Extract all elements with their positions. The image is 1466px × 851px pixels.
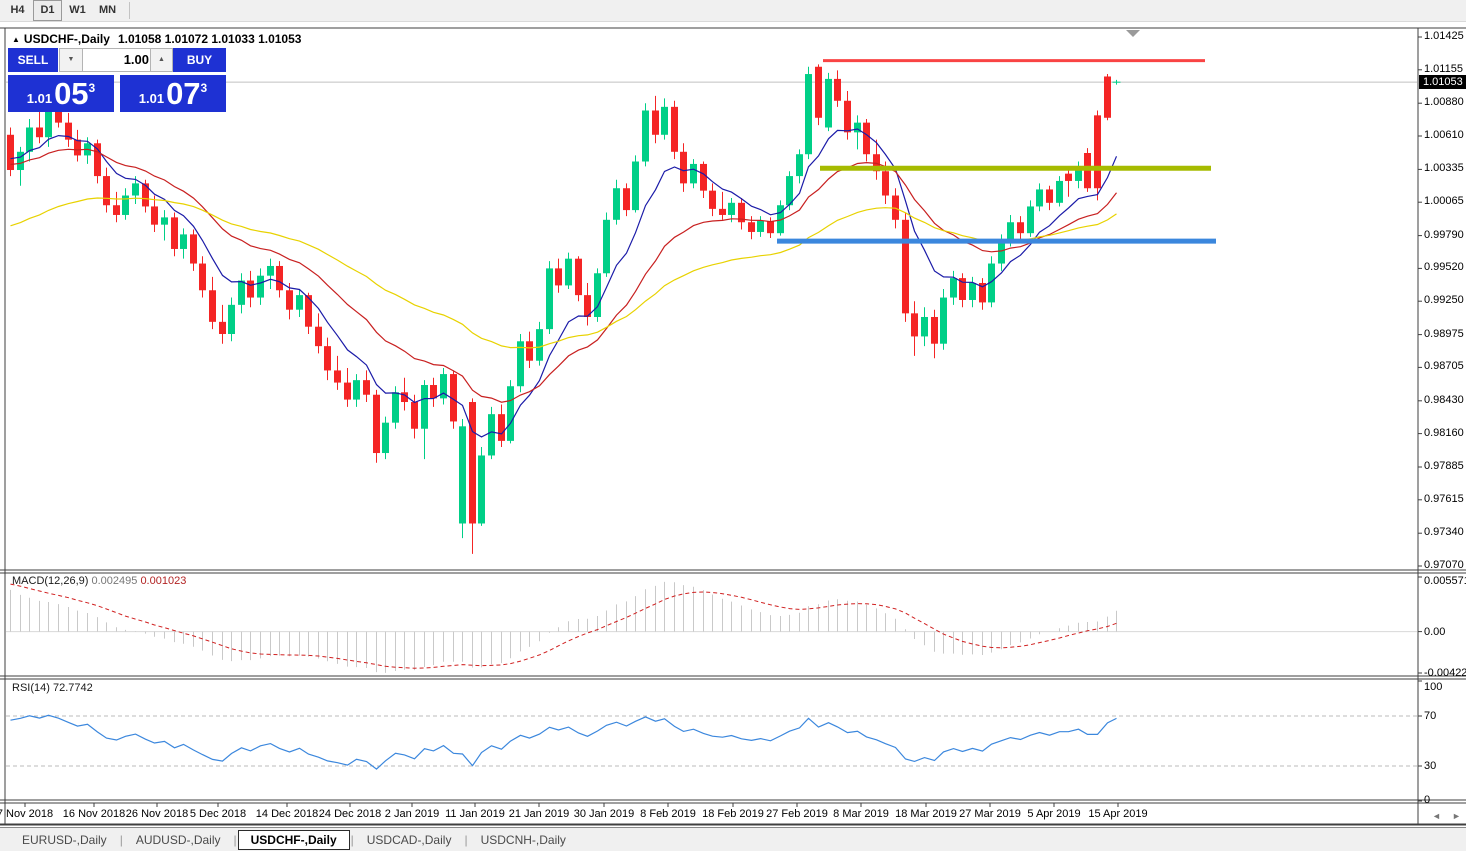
- chart-canvas[interactable]: [0, 0, 1466, 851]
- macd-indicator-label: MACD(12,26,9) 0.002495 0.001023: [12, 575, 186, 587]
- price-axis-tick: 0.97615: [1424, 493, 1464, 505]
- time-axis-label: 15 Apr 2019: [1088, 808, 1147, 820]
- macd-signal-value: 0.001023: [140, 575, 186, 587]
- ask-price-pip: 3: [201, 81, 208, 95]
- rsi-axis-tick: 100: [1424, 681, 1442, 693]
- volume-input[interactable]: 1.00: [82, 48, 156, 72]
- mid-ma: [11, 149, 1117, 402]
- tab-eurusd[interactable]: EURUSD-,Daily: [10, 830, 119, 850]
- tab-usdchf[interactable]: USDCHF-,Daily: [238, 830, 350, 850]
- time-axis-label: 8 Feb 2019: [640, 808, 696, 820]
- ask-price-prefix: 1.01: [139, 91, 164, 106]
- price-axis-tick: 1.01155: [1424, 63, 1463, 75]
- time-axis-label: 5 Apr 2019: [1027, 808, 1080, 820]
- scroll-left-arrow[interactable]: ◄: [1432, 811, 1441, 821]
- tab-usdcad[interactable]: USDCAD-,Daily: [355, 830, 464, 850]
- price-axis-tick: 1.00065: [1424, 195, 1464, 207]
- price-axis-tick: 0.98160: [1424, 427, 1464, 439]
- ohlc-values: 1.01058 1.01072 1.01033 1.01053: [118, 32, 302, 46]
- rsi-line: [11, 715, 1117, 769]
- volume-decrease-button[interactable]: ▼: [59, 48, 83, 72]
- ask-price-big: 07: [166, 80, 200, 109]
- price-axis-tick: 1.01425: [1424, 30, 1464, 42]
- time-axis-label: 8 Mar 2019: [833, 808, 889, 820]
- scroll-right-arrow[interactable]: ►: [1452, 811, 1461, 821]
- time-axis-label: 5 Dec 2018: [190, 808, 246, 820]
- rsi-value: 72.7742: [53, 682, 93, 694]
- price-axis-tick: 1.00880: [1424, 96, 1464, 108]
- price-axis-tick: 0.99250: [1424, 294, 1464, 306]
- price-axis-tick: 0.97340: [1424, 526, 1464, 538]
- buy-button[interactable]: BUY: [173, 48, 226, 72]
- bid-price-big: 05: [54, 80, 88, 109]
- price-axis-tick: 0.97885: [1424, 460, 1464, 472]
- macd-name: MACD(12,26,9): [12, 575, 88, 587]
- price-axis-tick: 0.98430: [1424, 394, 1464, 406]
- rsi-axis-tick: 70: [1424, 710, 1436, 722]
- bid-price-prefix: 1.01: [27, 91, 52, 106]
- time-axis-label: 30 Jan 2019: [574, 808, 635, 820]
- rsi-axis-tick: 30: [1424, 760, 1436, 772]
- time-axis-label: 26 Nov 2018: [126, 808, 188, 820]
- symbol-period-label: USDCHF-,Daily: [24, 32, 110, 46]
- macd-signal-line: [11, 584, 1117, 668]
- time-axis-label: 11 Jan 2019: [445, 808, 505, 820]
- bid-price-box[interactable]: 1.01 05 3: [8, 75, 114, 112]
- price-axis-tick: 0.98975: [1424, 328, 1464, 340]
- macd-axis-tick: 0.005571: [1424, 575, 1466, 587]
- price-axis-tick: 0.98705: [1424, 360, 1464, 372]
- tab-audusd[interactable]: AUDUSD-,Daily: [124, 830, 233, 850]
- tab-usdcnh[interactable]: USDCNH-,Daily: [469, 830, 578, 850]
- chevron-up-icon: ▲: [158, 56, 165, 63]
- time-axis-label: 7 Nov 2018: [0, 808, 53, 820]
- time-axis-label: 2 Jan 2019: [385, 808, 439, 820]
- price-axis-tick: 0.97070: [1424, 559, 1464, 571]
- collapse-panel-icon[interactable]: ▲: [12, 35, 20, 44]
- volume-increase-button[interactable]: ▲: [150, 48, 173, 72]
- macd-axis-tick: 0.00: [1424, 626, 1445, 638]
- time-axis-label: 21 Jan 2019: [509, 808, 570, 820]
- time-axis-label: 14 Dec 2018: [256, 808, 318, 820]
- symbol-tab-bar: EURUSD-,Daily|AUDUSD-,Daily|USDCHF-,Dail…: [0, 827, 1466, 851]
- chart-shift-marker-icon[interactable]: [1126, 30, 1140, 37]
- chevron-down-icon: ▼: [68, 56, 75, 63]
- macd-axis-tick: -0.004224: [1424, 667, 1466, 679]
- trading-app-window: H4D1W1MN ▲USDCHF-,Daily1.01058 1.01072 1…: [0, 0, 1466, 851]
- macd-main-value: 0.002495: [91, 575, 137, 587]
- time-axis-label: 16 Nov 2018: [63, 808, 125, 820]
- price-axis-tick: 1.00610: [1424, 129, 1464, 141]
- bid-price-pip: 3: [89, 81, 96, 95]
- rsi-indicator-label: RSI(14) 72.7742: [12, 682, 93, 694]
- time-axis-label: 18 Mar 2019: [895, 808, 957, 820]
- chart-title: ▲ USDCHF-,Daily 1.01058 1.01072 1.01033 1.…: [12, 32, 301, 46]
- price-axis-tick: 1.00335: [1424, 162, 1464, 174]
- rsi-axis-tick: 0: [1424, 794, 1430, 806]
- time-axis-label: 24 Dec 2018: [319, 808, 381, 820]
- ask-price-box[interactable]: 1.01 07 3: [120, 75, 226, 112]
- time-axis-label: 27 Feb 2019: [766, 808, 828, 820]
- sell-button[interactable]: SELL: [8, 48, 58, 72]
- price-axis-tick: 0.99790: [1424, 229, 1464, 241]
- price-axis-tick: 0.99520: [1424, 261, 1464, 273]
- rsi-name: RSI(14): [12, 682, 50, 694]
- time-axis-label: 18 Feb 2019: [702, 808, 764, 820]
- time-axis-label: 27 Mar 2019: [959, 808, 1021, 820]
- current-price-badge: 1.01053: [1419, 75, 1466, 89]
